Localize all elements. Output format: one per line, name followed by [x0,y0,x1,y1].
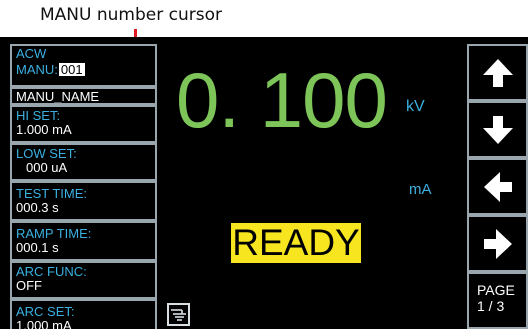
arc-func-label: ARC FUNC: [16,264,87,279]
status-badge: READY [231,222,361,263]
ground-icon [167,303,190,326]
parameter-sidebar: ACW MANU: 001 MANU_NAME HI SET: 1.000 mA … [10,44,157,329]
low-set-cell[interactable]: LOW SET: 000 uA [10,143,157,181]
ramp-time-label: RAMP TIME: [16,226,92,241]
test-time-cell[interactable]: TEST TIME: 000.3 s [10,181,157,221]
low-set-value: 000 uA [26,160,68,175]
current-unit: mA [409,181,432,198]
mode-label: ACW [16,46,47,61]
left-softkey[interactable] [467,158,528,215]
annotation-label: MANU number cursor [40,5,222,25]
softkey-panel: PAGE 1 / 3 [467,44,528,329]
arrow-up-icon [482,58,513,87]
down-softkey[interactable] [467,101,528,158]
low-set-label: LOW SET: [16,146,77,161]
hi-set-cell[interactable]: HI SET: 1.000 mA [10,105,157,143]
voltage-readout: 0. 100 [176,56,388,144]
page-value: 1 / 3 [477,298,505,314]
manu-label: MANU: [16,62,58,77]
arc-func-value: OFF [16,278,42,293]
right-softkey[interactable] [467,215,528,272]
manu-number-field[interactable]: 001 [57,62,86,77]
test-time-value: 000.3 s [16,200,59,215]
manu-name-cell[interactable]: MANU_NAME [10,87,157,105]
arrow-down-icon [482,115,513,144]
hi-set-label: HI SET: [16,108,61,123]
arc-set-cell[interactable]: ARC SET: 1.000 mA [10,299,157,329]
arc-set-value: 1.000 mA [16,318,72,329]
ramp-time-cell[interactable]: RAMP TIME: 000.1 s [10,221,157,261]
arc-func-cell[interactable]: ARC FUNC: OFF [10,261,157,299]
ramp-time-value: 000.1 s [16,240,59,255]
arrow-right-icon [483,228,512,259]
page-softkey[interactable]: PAGE 1 / 3 [467,272,528,329]
test-time-label: TEST TIME: [16,186,88,201]
voltage-unit: kV [406,98,425,115]
page-label: PAGE [477,282,515,298]
manu-row: MANU: 001 [16,62,155,77]
arc-set-label: ARC SET: [16,304,75,319]
instrument-screen: ACW MANU: 001 MANU_NAME HI SET: 1.000 mA … [0,37,528,329]
up-softkey[interactable] [467,44,528,101]
arrow-left-icon [483,171,512,202]
hi-set-value: 1.000 mA [16,122,72,137]
mode-and-manu-cell: ACW MANU: 001 [10,44,157,87]
